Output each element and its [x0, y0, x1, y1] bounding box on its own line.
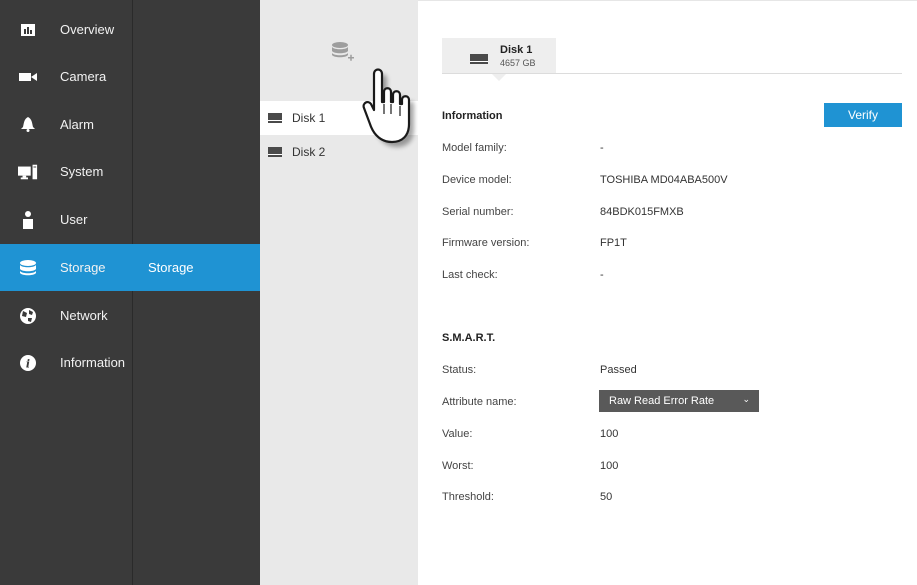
overview-icon [18, 20, 38, 40]
serial-number-label: Serial number: [442, 206, 514, 218]
smart-status-value: Passed [600, 364, 637, 376]
nav-item-overview[interactable]: Overview [0, 6, 133, 53]
nav-label-storage: Storage [60, 260, 106, 275]
information-icon: i [18, 353, 38, 373]
tab-subtitle: 4657 GB [500, 58, 536, 68]
threshold-label: Threshold: [442, 491, 494, 503]
nav-label-user: User [60, 212, 88, 227]
sub-navigation [133, 0, 260, 585]
hand-pointer-icon [362, 68, 414, 147]
user-icon [18, 210, 38, 230]
alarm-icon [18, 115, 38, 135]
chevron-down-icon: ⌄ [742, 394, 750, 404]
main-navigation: Overview Camera Alarm System User Storag… [0, 0, 133, 585]
nav-item-system[interactable]: System [0, 148, 133, 195]
verify-button[interactable]: Verify [824, 103, 902, 127]
subnav-label-storage: Storage [148, 260, 194, 275]
subnav-item-storage[interactable]: Storage [133, 244, 260, 291]
smart-status-label: Status: [442, 364, 477, 376]
attribute-name-select[interactable]: Raw Read Error Rate ⌄ [599, 390, 759, 412]
tab-pointer [492, 74, 506, 81]
smart-heading: S.M.A.R.T. [442, 332, 496, 344]
device-model-value: TOSHIBA MD04ABA500V [600, 174, 728, 186]
value-label: Value: [442, 428, 473, 440]
system-icon [18, 162, 38, 182]
nav-item-user[interactable]: User [0, 196, 133, 243]
firmware-version-value: FP1T [600, 237, 627, 249]
model-family-value: - [600, 142, 604, 154]
storage-icon [18, 258, 38, 278]
nav-label-network: Network [60, 308, 108, 323]
add-disk-icon[interactable] [330, 40, 354, 64]
serial-number-value: 84BDK015FMXB [600, 206, 684, 218]
disk-icon [268, 147, 282, 157]
nav-item-information[interactable]: i Information [0, 339, 133, 386]
nav-item-camera[interactable]: Camera [0, 53, 133, 100]
last-check-label: Last check: [442, 269, 498, 281]
firmware-version-label: Firmware version: [442, 237, 530, 249]
camera-icon [18, 67, 38, 87]
attribute-name-label: Attribute name: [442, 396, 517, 408]
tab-title: Disk 1 [500, 44, 533, 56]
threshold-value: 50 [600, 491, 613, 503]
nav-label-system: System [60, 164, 104, 179]
model-family-label: Model family: [442, 142, 507, 154]
nav-item-storage[interactable]: Storage [0, 244, 133, 291]
svg-text:i: i [26, 357, 30, 370]
nav-item-network[interactable]: Network [0, 292, 133, 339]
last-check-value: - [600, 269, 604, 281]
tab-disk-1[interactable] [442, 38, 556, 74]
nav-label-camera: Camera [60, 69, 107, 84]
network-icon [18, 306, 38, 326]
information-heading: Information [442, 110, 503, 122]
disk-list-label: Disk 1 [292, 111, 326, 125]
worst-value: 100 [600, 460, 619, 472]
attribute-name-selected-value: Raw Read Error Rate [609, 395, 715, 407]
worst-label: Worst: [442, 460, 474, 472]
nav-label-information: Information [60, 355, 126, 370]
disk-icon [268, 113, 282, 123]
value-value: 100 [600, 428, 619, 440]
nav-label-overview: Overview [60, 22, 115, 37]
tab-divider [442, 73, 902, 74]
nav-item-alarm[interactable]: Alarm [0, 101, 133, 148]
disk-icon [470, 54, 488, 64]
device-model-label: Device model: [442, 174, 512, 186]
nav-label-alarm: Alarm [60, 117, 94, 132]
disk-list-label: Disk 2 [292, 145, 326, 159]
